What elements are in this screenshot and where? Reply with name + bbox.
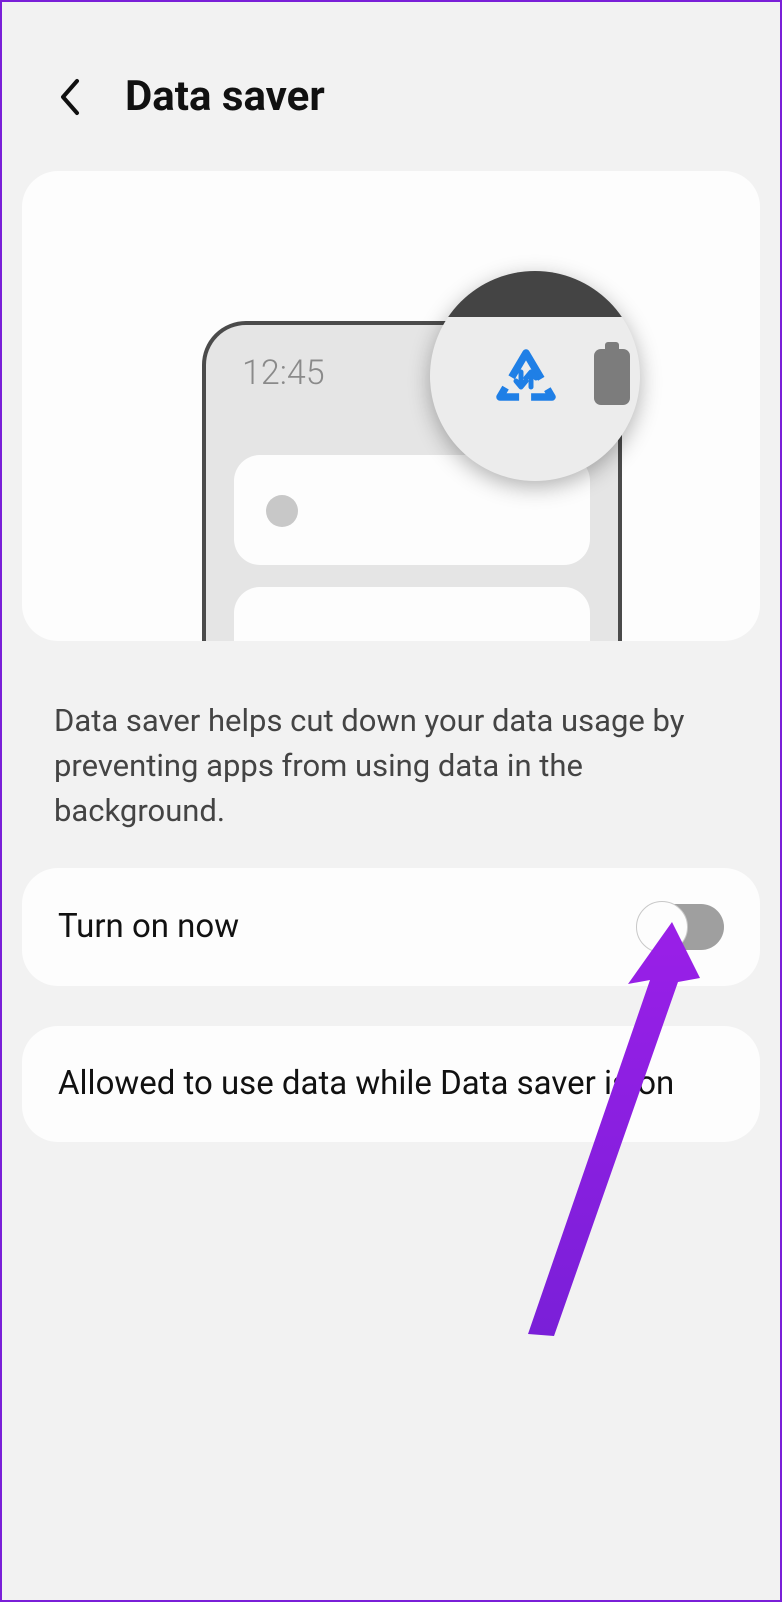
magnifier-bezel	[430, 271, 640, 317]
status-bar-magnifier	[430, 271, 640, 481]
page-title: Data saver	[125, 72, 325, 121]
phone-card-placeholder-2	[234, 587, 590, 641]
turn-on-now-row[interactable]: Turn on now	[22, 868, 760, 986]
toggle-knob	[636, 901, 688, 953]
data-saver-icon	[494, 349, 558, 405]
allowed-apps-label: Allowed to use data while Data saver is …	[58, 1062, 674, 1107]
header: Data saver	[2, 2, 780, 151]
back-icon[interactable]	[57, 77, 85, 117]
allowed-apps-row[interactable]: Allowed to use data while Data saver is …	[22, 1026, 760, 1143]
phone-time: 12:45	[242, 353, 325, 393]
battery-icon	[594, 349, 630, 405]
illustration-card: 12:45	[22, 171, 760, 641]
turn-on-now-label: Turn on now	[58, 905, 239, 950]
turn-on-now-toggle[interactable]	[638, 904, 724, 950]
description-text: Data saver helps cut down your data usag…	[2, 641, 780, 858]
phone-dot	[266, 495, 298, 527]
